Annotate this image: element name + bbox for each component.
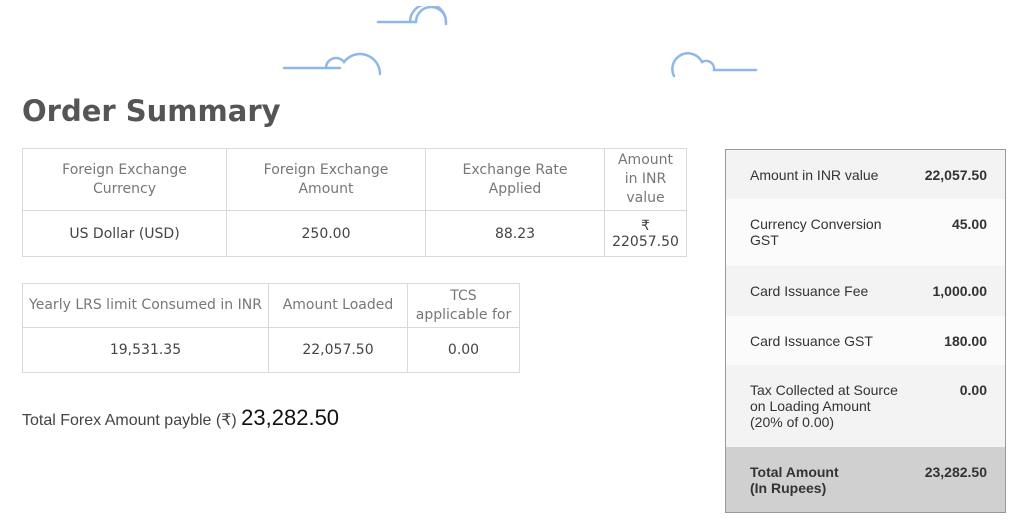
table-row: 19,531.35 22,057.50 0.00: [22, 327, 520, 373]
cell-lrs-consumed: 19,531.35: [22, 327, 269, 373]
summary-row: Currency Conversion GST 45.00: [726, 199, 1005, 266]
summary-label: Card Issuance GST: [750, 333, 873, 349]
total-forex-label: Total Forex Amount payble (₹): [22, 412, 237, 429]
cell-tcs: 0.00: [407, 327, 520, 373]
cell-inr-value: ₹ 22057.50: [604, 210, 687, 257]
summary-value: 45.00: [951, 216, 987, 232]
summary-value: 1,000.00: [932, 283, 988, 299]
cell-fx-amount: 250.00: [226, 210, 426, 257]
exchange-rates-table: Foreign Exchange Currency Foreign Exchan…: [22, 148, 687, 257]
col-header-currency: Foreign Exchange Currency: [22, 148, 227, 211]
summary-row: Card Issuance GST 180.00: [726, 316, 1005, 365]
summary-row: Tax Collected at Source on Loading Amoun…: [726, 365, 1005, 447]
summary-value: 180.00: [944, 333, 987, 349]
summary-label: Amount in INR value: [750, 167, 879, 183]
total-forex-amount: 23,282.50: [241, 405, 340, 430]
table-header-row: Foreign Exchange Currency Foreign Exchan…: [22, 148, 687, 211]
cloud-icon: [282, 52, 382, 76]
col-header-tcs: TCS applicable for: [407, 283, 520, 328]
summary-label: Card Issuance Fee: [750, 283, 869, 299]
summary-value: 22,057.50: [924, 167, 987, 183]
summary-total-label-line1: Total Amount: [750, 464, 839, 480]
cell-currency: US Dollar (USD): [22, 210, 227, 257]
summary-label: Tax Collected at Source on Loading Amoun…: [750, 382, 898, 430]
col-header-fx-amount: Foreign Exchange Amount: [226, 148, 426, 211]
table-header-row: Yearly LRS limit Consumed in INR Amount …: [22, 283, 520, 328]
summary-total-value: 23,282.50: [924, 464, 987, 480]
cell-rate: 88.23: [425, 210, 605, 257]
summary-total-row: Total Amount (In Rupees) 23,282.50: [726, 447, 1005, 512]
table-row: US Dollar (USD) 250.00 88.23 ₹ 22057.50: [22, 210, 687, 257]
summary-panel: Amount in INR value 22,057.50 Currency C…: [725, 149, 1006, 513]
summary-total-label: Total Amount (In Rupees): [750, 464, 900, 496]
cloud-icon: [376, 6, 448, 26]
page-title: Order Summary: [22, 94, 281, 128]
col-header-rate: Exchange Rate Applied: [425, 148, 605, 211]
summary-total-label-line2: (In Rupees): [750, 480, 827, 496]
col-header-lrs-consumed: Yearly LRS limit Consumed in INR: [22, 283, 269, 328]
cell-amount-loaded: 22,057.50: [268, 327, 408, 373]
cloud-icon: [671, 52, 758, 78]
summary-row: Amount in INR value 22,057.50: [726, 150, 1005, 199]
total-forex-line: Total Forex Amount payble (₹) 23,282.50: [22, 405, 339, 431]
col-header-inr-value: Amount in INR value: [604, 148, 687, 211]
col-header-amount-loaded: Amount Loaded: [268, 283, 408, 328]
summary-row: Card Issuance Fee 1,000.00: [726, 266, 1005, 316]
lrs-table: Yearly LRS limit Consumed in INR Amount …: [22, 283, 520, 373]
summary-value: 0.00: [959, 382, 987, 398]
summary-label: Currency Conversion GST: [750, 216, 882, 248]
